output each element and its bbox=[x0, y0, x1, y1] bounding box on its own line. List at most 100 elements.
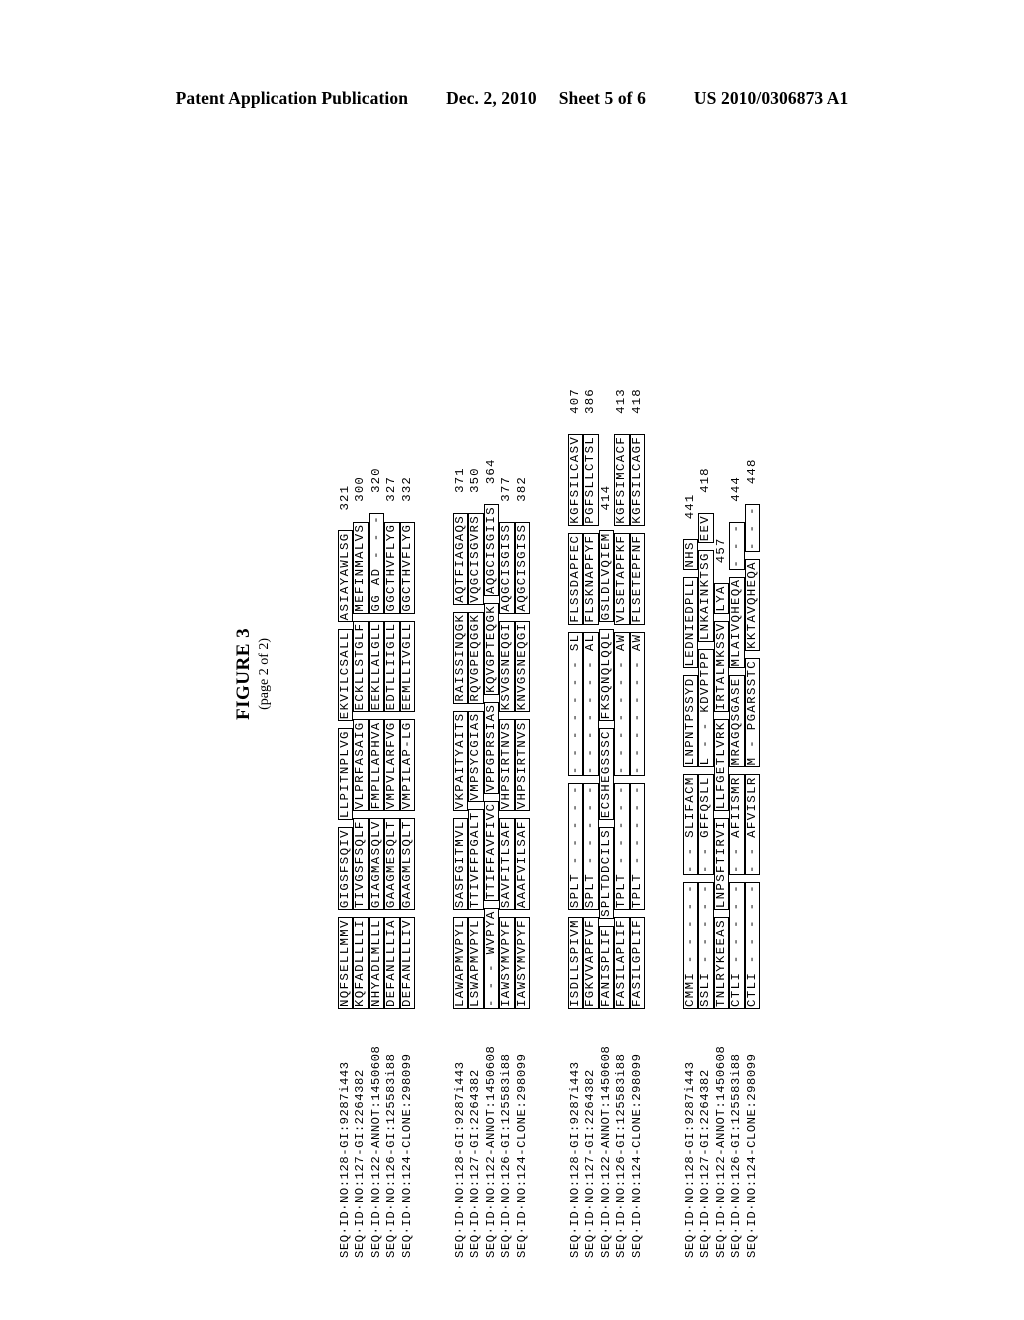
residue-position-number: 332 bbox=[399, 476, 414, 502]
sequence-segments: TNLRYKEEAS LNPSFTIRVI LLFGETLVRK IRTALMKSSV… bbox=[713, 538, 730, 1009]
sequence-segment: AQGCISGISS bbox=[514, 521, 531, 614]
sequence-label: SEQ·ID·NO:128-GI:9287i443 bbox=[682, 1061, 697, 1258]
sequence-segment: - - - - - - - AW bbox=[629, 631, 646, 777]
sequence-segment: FKSQNQLQQL bbox=[598, 629, 615, 722]
sequence-label: SEQ·ID·NO:127-GI:2264382 bbox=[698, 1069, 713, 1258]
alignment-position-header bbox=[438, 388, 454, 1258]
sequence-segment: LYA bbox=[713, 583, 730, 614]
alignment-row: SEQ·ID·NO:124-CLONE:298099 CTLI - - - - -… bbox=[744, 388, 762, 1258]
sequence-segment: LEDNIEDPLL bbox=[682, 576, 699, 669]
sequence-segment: TTIVFFPGALT bbox=[468, 809, 484, 911]
sequence-segment: VKPAITYAITS bbox=[452, 710, 469, 812]
sequence-segment: GGCTHVFLYG bbox=[384, 521, 400, 614]
sequence-segment: TTIFFAVFIVC bbox=[483, 800, 500, 902]
sequence-segment: EEV bbox=[698, 512, 714, 544]
label-spacer bbox=[668, 1008, 684, 1258]
residue-position-number: 418 bbox=[629, 388, 644, 414]
sequence-segments: KQFADLLLLI TIVGSFSQLF VLPRFASAIG ECKLLSTGLF… bbox=[353, 476, 369, 1009]
figure-body: SEQ·ID·NO:128-GI:9287i443 NQFSELLMMV GIGSF… bbox=[0, 0, 1024, 1320]
sequence-segment: NHS bbox=[682, 539, 699, 570]
alignment-block: SEQ·ID·NO:128-GI:9287i443 ISDLLSPIVM SPLT … bbox=[553, 388, 646, 1258]
sequence-label: SEQ·ID·NO:124-CLONE:298099 bbox=[399, 1053, 414, 1258]
alignment-position-header bbox=[668, 388, 684, 1258]
sequence-segment: - - - - - - - AL bbox=[583, 631, 599, 777]
sequence-segment: VMPSYCGIAS bbox=[468, 710, 484, 803]
sequence-label: SEQ·ID·NO:122-ANNOT:1450608 bbox=[483, 1045, 498, 1258]
sequence-segment: M - PGARSSTC bbox=[744, 657, 761, 768]
alignment-row: SEQ·ID·NO:124-CLONE:298099 DEFANLLLIV GAAG… bbox=[399, 388, 417, 1258]
residue-position-number: 418 bbox=[698, 467, 713, 493]
alignment-position-header bbox=[323, 388, 339, 1258]
sequence-segment: GAAGMESQLT bbox=[384, 818, 400, 911]
sequence-segment: GIAGMASQLV bbox=[368, 818, 385, 911]
sequence-segments: IAWSYMVPYF AAAFVILSAF VHPSIRTNVS KNVGSNEQGI… bbox=[514, 476, 531, 1009]
sequence-segment: ECSHEGSSSC bbox=[598, 728, 615, 821]
sequence-segment: ISDLLSPIVM bbox=[567, 917, 584, 1009]
alignment-row: SEQ·ID·NO:127-GI:2264382 FGKVVAPFVF SPLT -… bbox=[583, 388, 600, 1258]
sequence-segment: EKVILCSALL bbox=[337, 629, 354, 722]
residue-position-number: 320 bbox=[368, 467, 383, 493]
residue-position-number: 407 bbox=[567, 388, 582, 414]
sequence-segment: LLFGETLVRK bbox=[713, 719, 730, 812]
sequence-segments: - - - WVPYA TTIFFAVFIVC VPPGPRSIAS KQVGPTEQ… bbox=[483, 459, 500, 1009]
alignment-row: SEQ·ID·NO:126-GI:125583i88 IAWSYMVPYF SAVF… bbox=[499, 388, 516, 1258]
sequence-segment: KNVGSNEQGI bbox=[514, 620, 531, 713]
sequence-alignment: SEQ·ID·NO:128-GI:9287i443 NQFSELLMMV GIGSF… bbox=[296, 388, 788, 1258]
sequence-segments: LSWAPMVPYL TTIVFFPGALT VMPSYCGIAS RQVGPEQGG… bbox=[468, 467, 484, 1009]
residue-position-number: 413 bbox=[614, 388, 629, 414]
sequence-label: SEQ·ID·NO:127-GI:2264382 bbox=[583, 1069, 598, 1258]
alignment-row: SEQ·ID·NO:128-GI:9287i443 CMMI - - - - - -… bbox=[682, 388, 700, 1258]
sequence-alignment-rotated: SEQ·ID·NO:128-GI:9287i443 NQFSELLMMV GIGSF… bbox=[296, 388, 788, 1258]
sequence-segment: CMMI - - - - - bbox=[682, 882, 699, 1009]
sequence-segment: KGFSILCASV bbox=[567, 433, 584, 526]
residue-position-number: 444 bbox=[729, 476, 744, 502]
alignment-row: SEQ·ID·NO:122-ANNOT:1450608 - - - WVPYA TT… bbox=[483, 388, 501, 1258]
sequence-label: SEQ·ID·NO:124-CLONE:298099 bbox=[744, 1053, 759, 1258]
sequence-segments: CTLI - - - - - - - AFVISLR M - PGARSSTC KKT… bbox=[744, 459, 761, 1009]
sequence-segment: FASILAPLIF bbox=[614, 917, 630, 1009]
sequence-segments: IAWSYMVPYF SAVFITLSAF VHPSIRTNVS KSVGSNEQGI… bbox=[499, 476, 515, 1009]
sequence-segment: SASFGITMVL bbox=[452, 818, 469, 911]
sequence-label: SEQ·ID·NO:126-GI:125583i88 bbox=[384, 1053, 399, 1258]
sequence-segment: LNPNTPSSYD bbox=[682, 675, 699, 768]
sequence-label: SEQ·ID·NO:128-GI:9287i443 bbox=[337, 1061, 352, 1258]
sequence-segment: RQVGPEQGGK bbox=[468, 611, 484, 704]
alignment-row: SEQ·ID·NO:126-GI:125583i88 DEFANLLLIA GAAG… bbox=[384, 388, 401, 1258]
sequence-segment: SSLI - - - - - bbox=[698, 882, 714, 1009]
alignment-row: SEQ·ID·NO:122-ANNOT:1450608 NHYADLMLLL GIA… bbox=[368, 388, 386, 1258]
sequence-segment: SPLT - - - - - bbox=[567, 783, 584, 911]
sequence-segment: VLSETAPFKF bbox=[614, 532, 630, 625]
sequence-label: SEQ·ID·NO:124-CLONE:298099 bbox=[629, 1053, 644, 1258]
residue-position-number: 441 bbox=[682, 493, 697, 520]
sequence-segment: DEFANLLLIA bbox=[384, 917, 400, 1009]
sequence-segment: VMPVLARFVG bbox=[384, 719, 400, 812]
alignment-row: SEQ·ID·NO:126-GI:125583i88 FASILAPLIF TPLT… bbox=[614, 388, 631, 1258]
alignment-row: SEQ·ID·NO:124-CLONE:298099 IAWSYMVPYF AAAF… bbox=[514, 388, 532, 1258]
sequence-segment: FANISPLIF bbox=[598, 925, 615, 1009]
alignment-position-header bbox=[553, 388, 569, 1258]
sequence-segment: KQVGPTEQGK bbox=[483, 602, 500, 695]
sequence-segment: VLPRFASAIG bbox=[353, 719, 369, 812]
sequence-segment: LNKAINKTSG bbox=[698, 550, 714, 643]
sequence-segments: FGKVVAPFVF SPLT - - - - - - - - - - - - AL… bbox=[583, 388, 599, 1009]
sequence-segments: ISDLLSPIVM SPLT - - - - - - - - - - - - SL… bbox=[567, 388, 584, 1009]
sequence-segment: EEMLLIVGLL bbox=[399, 620, 416, 713]
residue-position-number: 327 bbox=[384, 476, 399, 502]
sequence-segment: VHPSIRTNVS bbox=[499, 719, 515, 812]
sequence-segment: FASILGPLIF bbox=[629, 917, 646, 1009]
alignment-row: SEQ·ID·NO:128-GI:9287i443 LAWAPMVPYL SASFG… bbox=[452, 388, 470, 1258]
sequence-segment: VQGCISGVRS bbox=[468, 512, 484, 605]
residue-position-number: 371 bbox=[452, 467, 467, 493]
sequence-label: SEQ·ID·NO:122-ANNOT:1450608 bbox=[368, 1045, 383, 1258]
sequence-segments: DEFANLLLIV GAAGMLSQLT VMPILAP-LG EEMLLIVGLL… bbox=[399, 476, 416, 1009]
sequence-segment: - - - - - - - AW bbox=[614, 631, 630, 777]
sequence-label: SEQ·ID·NO:124-CLONE:298099 bbox=[514, 1053, 529, 1258]
residue-position-number: 382 bbox=[514, 476, 529, 502]
sequence-segment: NHYADLMLLL bbox=[368, 917, 385, 1009]
sequence-segment: CTLI - - - - - bbox=[744, 882, 761, 1009]
sequence-segment: FLSKNAPFYF bbox=[583, 532, 599, 625]
sequence-segments: NHYADLMLLL GIAGMASQLV FMPLLAPHVA EEKLLALGLL… bbox=[368, 467, 385, 1009]
sequence-segment: AQTFIAGAQS bbox=[452, 512, 469, 605]
sequence-label: SEQ·ID·NO:128-GI:9287i443 bbox=[567, 1061, 582, 1258]
sequence-segment: - - GFFQSLL bbox=[698, 774, 714, 875]
